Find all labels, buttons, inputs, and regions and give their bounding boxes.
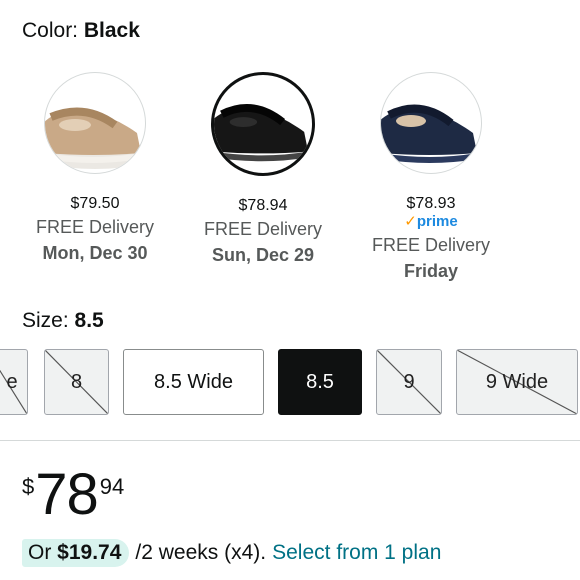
- swatch-delivery-date: Mon, Dec 30: [42, 243, 148, 263]
- price-fraction: 94: [99, 474, 125, 499]
- price-whole: 78: [35, 462, 99, 527]
- size-option-label: 8.5: [306, 370, 334, 393]
- size-option-label: 9 Wide: [485, 370, 549, 393]
- installment-pill: Or $19.74: [22, 539, 130, 567]
- price-symbol: $: [22, 474, 35, 499]
- installment-plan: Or $19.74 /2 weeks (x4). Select from 1 p…: [22, 539, 441, 567]
- swatch-price: $79.50: [70, 195, 120, 212]
- prime-check-icon: ✓: [404, 213, 417, 230]
- installment-amount: $19.74: [57, 541, 122, 564]
- size-option-9-wide[interactable]: 9 Wide: [456, 349, 578, 415]
- swatch-delivery: FREE Delivery: [371, 235, 491, 255]
- swatch-image[interactable]: [380, 72, 482, 174]
- color-swatch-tan[interactable]: $79.50 FREE Delivery Mon, Dec 30: [10, 72, 180, 266]
- installment-term: /2 weeks (x4).: [135, 541, 267, 564]
- size-option-label: e: [6, 370, 18, 393]
- size-option-partial[interactable]: e: [0, 349, 28, 415]
- color-swatch-navy[interactable]: $78.93 ✓prime FREE Delivery Friday: [346, 72, 516, 284]
- size-value: 8.5: [74, 309, 104, 332]
- swatch-image[interactable]: [44, 72, 146, 174]
- color-label: Color:: [22, 19, 79, 42]
- size-option-label: 8.5 Wide: [154, 370, 233, 393]
- shoe-image: [381, 104, 477, 163]
- size-selection-label: Size: 8.5: [22, 309, 104, 333]
- size-option-8-5[interactable]: 8.5: [278, 349, 362, 415]
- select-plan-link[interactable]: Select from 1 plan: [272, 541, 441, 565]
- prime-badge: ✓prime: [346, 214, 516, 232]
- size-option-8[interactable]: 8: [44, 349, 109, 415]
- prime-label: prime: [416, 213, 458, 230]
- size-label: Size:: [22, 309, 69, 332]
- swatch-image[interactable]: [211, 72, 315, 176]
- color-value: Black: [83, 19, 140, 42]
- installment-prefix: Or: [28, 541, 52, 564]
- color-selection-label: Color: Black: [22, 19, 140, 43]
- size-option-8-5-wide[interactable]: 8.5 Wide: [123, 349, 264, 415]
- swatch-price: $78.93: [406, 195, 456, 212]
- swatch-delivery-date: Friday: [403, 261, 459, 281]
- size-option-9[interactable]: 9: [376, 349, 442, 415]
- swatch-delivery: FREE Delivery: [35, 217, 155, 237]
- product-price: $ 78 94: [22, 466, 124, 524]
- shoe-image: [45, 107, 143, 169]
- swatch-delivery-date: Sun, Dec 29: [211, 245, 315, 265]
- section-divider: [0, 440, 580, 441]
- swatch-price: $78.94: [238, 197, 288, 214]
- swatch-delivery: FREE Delivery: [203, 219, 323, 239]
- shoe-image: [214, 104, 309, 162]
- size-option-label: 8: [70, 370, 83, 393]
- size-option-label: 9: [403, 370, 415, 393]
- color-swatch-black[interactable]: $78.94 FREE Delivery Sun, Dec 29: [178, 72, 348, 268]
